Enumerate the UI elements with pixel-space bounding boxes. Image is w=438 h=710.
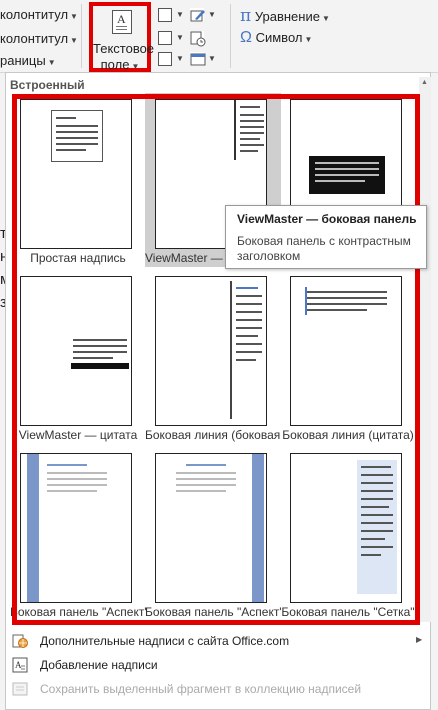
tooltip-title: ViewMaster — боковая панель: [237, 212, 417, 226]
header-label: колонтитул: [0, 7, 69, 22]
chevron-down-icon: ▼: [321, 14, 330, 23]
textbox-icon: A: [112, 10, 132, 34]
footer-label: колонтитул: [0, 31, 69, 46]
datetime-icon[interactable]: [190, 31, 206, 47]
submenu-arrow-icon: ▶: [416, 635, 423, 644]
ribbon: колонтитул ▼ колонтитул ▼ раницы ▼ A Тексто…: [0, 0, 438, 73]
menu-more-textboxes[interactable]: Дополнительные надписи с сайта Office.co…: [6, 630, 430, 652]
omega-icon: Ω: [240, 29, 252, 46]
chevron-down-icon: ▼: [304, 35, 313, 44]
menu-draw-label: Добавление надписи: [40, 658, 158, 672]
pi-icon: π: [240, 6, 252, 26]
textbox-button[interactable]: A Текстовое поле ▼: [89, 2, 155, 72]
menu-save-selection[interactable]: Сохранить выделенный фрагмент в коллекци…: [6, 678, 430, 700]
dropcap-icon[interactable]: [158, 52, 172, 66]
footer-dropdown[interactable]: колонтитул ▼: [0, 31, 78, 46]
save-to-gallery-icon: [12, 681, 28, 697]
textbox-label-text: поле: [100, 57, 130, 72]
ribbon-separator: [230, 4, 231, 68]
header-dropdown[interactable]: колонтитул ▼: [0, 7, 78, 22]
menu-save-label: Сохранить выделенный фрагмент в коллекци…: [40, 682, 362, 696]
textbox-icon: A: [12, 657, 28, 673]
section-title: Встроенный: [10, 78, 85, 92]
quick-parts-icon[interactable]: [158, 8, 172, 22]
gallery-highlight-frame: [12, 94, 420, 625]
symbol-label: Символ: [255, 30, 303, 45]
tooltip-description: Боковая панель с контрастным заголовком: [237, 234, 411, 263]
chevron-down-icon: ▼: [70, 36, 78, 45]
chevron-down-icon: ▼: [208, 54, 216, 63]
menu-more-label: Дополнительные надписи с сайта Office.co…: [40, 634, 290, 648]
chevron-down-icon: ▼: [176, 33, 184, 42]
signature-line-icon[interactable]: [190, 8, 205, 22]
svg-text:A: A: [15, 660, 22, 670]
wordart-icon[interactable]: [158, 31, 172, 45]
chevron-down-icon: ▼: [176, 10, 184, 19]
textbox-label-line1: Текстовое: [93, 41, 155, 56]
page-number-label: раницы: [0, 53, 46, 68]
menu-draw-textbox[interactable]: A Добавление надписи: [6, 654, 430, 676]
tooltip: ViewMaster — боковая панель Боковая пане…: [225, 205, 427, 269]
chevron-down-icon: ▼: [208, 10, 216, 19]
symbol-button[interactable]: Ω Символ ▼: [240, 29, 312, 47]
page-number-dropdown[interactable]: раницы ▼: [0, 53, 56, 68]
chevron-down-icon: ▼: [70, 12, 78, 21]
scroll-up-icon[interactable]: ▲: [421, 79, 428, 86]
chevron-down-icon: ▼: [176, 54, 184, 63]
chevron-down-icon: ▼: [131, 62, 140, 71]
ribbon-separator: [81, 4, 82, 68]
gallery-scrollbar[interactable]: ▲: [419, 77, 431, 622]
textbox-label-line2: поле ▼: [93, 57, 147, 72]
equation-button[interactable]: π Уравнение ▼: [240, 6, 330, 26]
office-globe-icon: [12, 633, 28, 649]
object-icon[interactable]: [190, 52, 206, 66]
equation-label: Уравнение: [254, 9, 320, 24]
chevron-down-icon: ▼: [47, 58, 56, 67]
